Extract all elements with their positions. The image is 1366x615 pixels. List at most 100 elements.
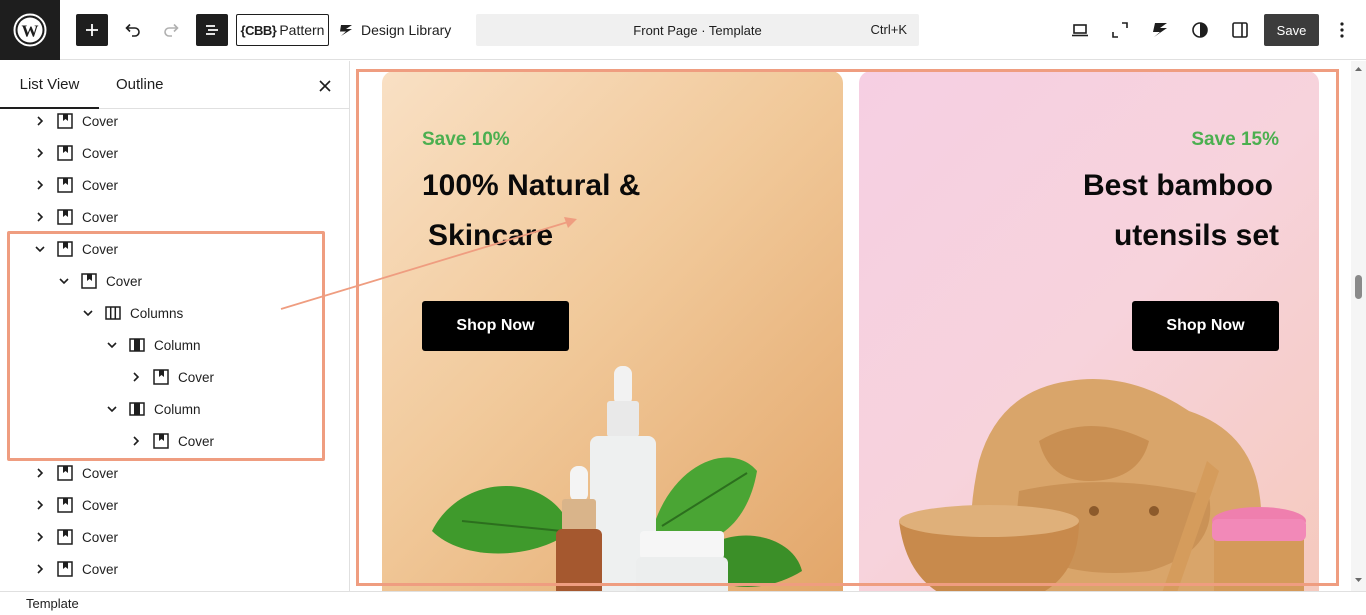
block-breadcrumb-bar: Template <box>0 591 1366 615</box>
chevron-right-icon[interactable] <box>32 177 48 193</box>
cbb-pattern-button[interactable]: {CBB} Pattern <box>236 14 329 46</box>
options-button[interactable] <box>1328 14 1356 46</box>
list-view-item-cover[interactable]: Cover <box>56 265 142 297</box>
cover-icon <box>57 529 73 545</box>
contrast-icon <box>1192 22 1208 38</box>
tab-list-view[interactable]: List View <box>0 61 99 109</box>
list-view-item-cover[interactable]: Cover <box>32 105 118 137</box>
chevron-down-icon[interactable] <box>32 241 48 257</box>
fullscreen-icon <box>1112 22 1128 38</box>
cover-icon <box>153 433 169 449</box>
list-view-item-column[interactable]: Column <box>104 329 201 361</box>
document-title: Front Page · Template <box>633 23 762 38</box>
chevron-right-icon[interactable] <box>32 529 48 545</box>
cbb-logo: {CBB} <box>240 22 277 38</box>
editor-toolbar: W {CBB} Pattern Design Library Front Pag… <box>0 0 1366 60</box>
chevron-down-icon[interactable] <box>80 305 96 321</box>
discount-label: Save 15% <box>1191 129 1279 150</box>
chevron-down-icon[interactable] <box>104 401 120 417</box>
undo-button[interactable] <box>116 14 148 46</box>
promo-card-skincare[interactable]: Save 10% 100% Natural & Skincare Shop No… <box>382 71 843 591</box>
list-view-item-column[interactable]: Column <box>104 393 201 425</box>
undo-icon <box>125 23 140 37</box>
list-view-item-columns[interactable]: Columns <box>80 297 183 329</box>
chevron-right-icon[interactable] <box>32 465 48 481</box>
chevron-right-icon[interactable] <box>128 369 144 385</box>
plus-icon <box>86 24 98 36</box>
chevron-right-icon[interactable] <box>32 145 48 161</box>
chevron-right-icon[interactable] <box>32 209 48 225</box>
list-view-item-cover[interactable]: Cover <box>32 521 118 553</box>
cover-icon <box>57 209 73 225</box>
scroll-up-icon[interactable] <box>1354 65 1363 74</box>
document-overview-button[interactable] <box>196 14 228 46</box>
list-view-item-label: Column <box>154 337 201 353</box>
chevron-right-icon[interactable] <box>32 561 48 577</box>
skincare-product-image <box>432 366 802 591</box>
chevron-right-icon[interactable] <box>128 433 144 449</box>
column-icon <box>129 338 145 352</box>
chevron-down-icon[interactable] <box>56 273 72 289</box>
tab-outline[interactable]: Outline <box>116 61 164 109</box>
list-view-item-cover[interactable]: Cover <box>32 137 118 169</box>
fullscreen-button[interactable] <box>1104 14 1136 46</box>
list-view-item-label: Cover <box>178 433 215 449</box>
cover-icon <box>57 241 73 257</box>
close-icon[interactable] <box>316 77 334 95</box>
list-view-item-label: Cover <box>82 529 119 545</box>
device-preview-button[interactable] <box>1064 14 1096 46</box>
headline-line-1: Best bamboo <box>1082 169 1273 202</box>
list-view-item-label: Cover <box>82 209 119 225</box>
list-view-item-cover[interactable]: Cover <box>32 201 118 233</box>
promo-card-bamboo[interactable]: Save 15% Best bamboo utensils set Shop N… <box>859 71 1319 591</box>
cover-icon <box>81 273 97 289</box>
styles-button[interactable] <box>1184 14 1216 46</box>
headline-line-2: Skincare <box>428 219 554 252</box>
headline-line-2: utensils set <box>1113 219 1279 252</box>
canvas-scrollbar[interactable] <box>1351 61 1366 591</box>
svg-text:W: W <box>22 22 39 41</box>
stackable-icon <box>1153 23 1167 37</box>
sidebar-tabs: List View Outline <box>0 61 349 109</box>
design-library-button[interactable]: Design Library <box>337 14 453 46</box>
list-view-item-label: Cover <box>82 177 119 193</box>
pattern-label: Pattern <box>279 22 325 38</box>
cover-icon <box>153 369 169 385</box>
command-palette-bar[interactable]: Front Page · Template Ctrl+K <box>476 14 919 46</box>
chevron-right-icon[interactable] <box>32 497 48 513</box>
design-library-label: Design Library <box>361 22 452 38</box>
breadcrumb-template[interactable]: Template <box>26 596 79 611</box>
list-view-item-cover[interactable]: Cover <box>32 233 118 265</box>
scroll-thumb[interactable] <box>1355 275 1362 299</box>
list-view-item-cover[interactable]: Cover <box>32 489 118 521</box>
redo-icon <box>164 23 179 37</box>
list-view-item-cover[interactable]: Cover <box>128 361 214 393</box>
shop-now-button[interactable]: Shop Now <box>1132 301 1279 351</box>
column-icon <box>129 402 145 416</box>
bamboo-utensils-image <box>899 379 1306 591</box>
list-view-item-cover[interactable]: Cover <box>32 553 118 585</box>
wordpress-logo-icon[interactable]: W <box>0 0 60 60</box>
settings-sidebar-button[interactable] <box>1224 14 1256 46</box>
command-shortcut: Ctrl+K <box>870 22 907 37</box>
list-view-item-label: Cover <box>82 145 119 161</box>
list-view-item-cover[interactable]: Cover <box>32 457 118 489</box>
scroll-down-icon[interactable] <box>1354 575 1363 584</box>
list-view-item-cover[interactable]: Cover <box>32 169 118 201</box>
list-view-item-cover[interactable]: Cover <box>128 425 214 457</box>
discount-label: Save 10% <box>422 129 510 150</box>
stackable-settings-button[interactable] <box>1144 14 1176 46</box>
save-button[interactable]: Save <box>1264 14 1319 46</box>
cover-icon <box>57 177 73 193</box>
redo-button[interactable] <box>156 14 188 46</box>
list-view-item-label: Cover <box>82 561 119 577</box>
chevron-down-icon[interactable] <box>104 337 120 353</box>
add-block-button[interactable] <box>76 14 108 46</box>
chevron-right-icon[interactable] <box>32 113 48 129</box>
list-view-icon <box>206 25 218 35</box>
cover-icon <box>57 113 73 129</box>
shop-now-button[interactable]: Shop Now <box>422 301 569 351</box>
list-view-item-label: Columns <box>130 305 184 321</box>
more-vertical-icon <box>1340 22 1344 38</box>
headline-line-1: 100% Natural & <box>422 169 641 202</box>
